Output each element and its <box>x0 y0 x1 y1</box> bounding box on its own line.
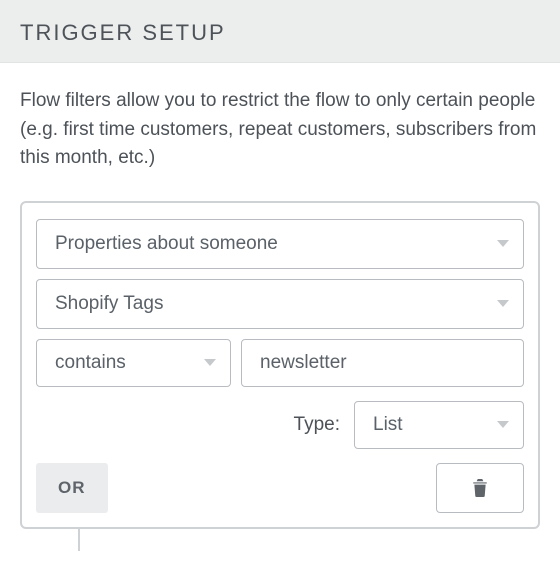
type-label: Type: <box>294 414 340 436</box>
panel-title: TRIGGER SETUP <box>20 20 540 46</box>
chevron-down-icon <box>497 421 509 428</box>
operator-select[interactable]: contains <box>36 339 231 387</box>
operator-select-value: contains <box>55 352 126 374</box>
value-input[interactable] <box>241 339 524 387</box>
flow-filter-description: Flow filters allow you to restrict the f… <box>0 63 560 201</box>
connector-line <box>78 529 80 551</box>
delete-filter-button[interactable] <box>436 463 524 513</box>
subject-select[interactable]: Properties about someone <box>36 219 524 269</box>
subject-select-value: Properties about someone <box>55 233 278 255</box>
chevron-down-icon <box>497 240 509 247</box>
property-select[interactable]: Shopify Tags <box>36 279 524 329</box>
type-select-value: List <box>373 414 403 436</box>
filter-actions-row: OR <box>36 463 524 513</box>
type-row: Type: List <box>36 401 524 449</box>
property-select-value: Shopify Tags <box>55 293 163 315</box>
chevron-down-icon <box>497 300 509 307</box>
filter-panel: Properties about someone Shopify Tags co… <box>20 201 540 529</box>
type-select[interactable]: List <box>354 401 524 449</box>
chevron-down-icon <box>204 359 216 366</box>
trash-icon <box>472 479 488 497</box>
panel-header: TRIGGER SETUP <box>0 0 560 63</box>
or-button[interactable]: OR <box>36 463 108 513</box>
